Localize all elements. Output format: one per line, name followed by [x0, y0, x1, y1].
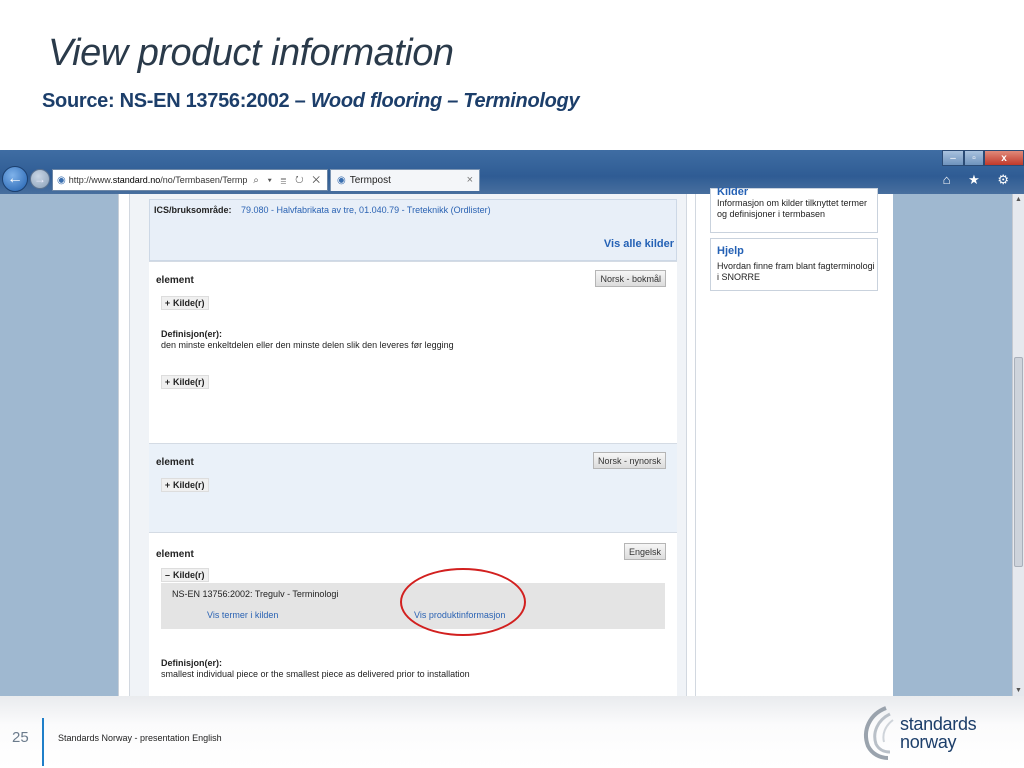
- subtitle-prefix: Source: NS-EN 13756:2002 –: [42, 90, 306, 112]
- back-arrow-icon[interactable]: ←: [2, 166, 28, 192]
- minimize-button[interactable]: –: [942, 150, 964, 166]
- source-toggle[interactable]: – Kilde(r): [161, 568, 209, 582]
- logo-word-norway: norway: [900, 732, 957, 752]
- source-toggle[interactable]: + Kilde(r): [161, 296, 209, 310]
- logo-swirl-icon: [864, 706, 894, 760]
- ics-box: ICS/bruksområde: 79.080 - Halvfabrikata …: [149, 199, 677, 261]
- sidebar-hjelp-box[interactable]: Hjelp Hvordan finne fram blant fagtermin…: [710, 238, 878, 291]
- page-viewport: ICS/bruksområde: 79.080 - Halvfabrikata …: [0, 186, 1012, 696]
- subtitle-italic: Wood flooring – Terminology: [310, 90, 580, 112]
- window-close-button[interactable]: x: [984, 150, 1024, 166]
- sidebar-kilder-box[interactable]: Kilder Informasjon om kilder tilknyttet …: [710, 186, 878, 233]
- web-page: ICS/bruksområde: 79.080 - Halvfabrikata …: [118, 186, 893, 696]
- term-name: element: [156, 457, 194, 468]
- sidebar-hjelp-heading[interactable]: Hjelp: [717, 245, 744, 257]
- sidebar-column: Kilder Informasjon om kilder tilknyttet …: [695, 186, 893, 696]
- maximize-button[interactable]: ▫: [964, 150, 984, 166]
- source-title: NS-EN 13756:2002: Tregulv - Terminologi: [172, 589, 339, 599]
- plus-icon: +: [164, 377, 171, 387]
- definition-text: den minste enkeltdelen eller den minste …: [161, 340, 454, 350]
- source-toggle[interactable]: + Kilde(r): [161, 478, 209, 492]
- browser-window: ← → ◉ http://www.standard.no/no/Termbase…: [0, 150, 1024, 696]
- home-favorites-settings-icons[interactable]: ⌂ ★ ⚙: [943, 172, 1016, 188]
- tab-title: Termpost: [349, 175, 391, 186]
- term-name: element: [156, 275, 194, 286]
- footer-divider: [42, 718, 44, 766]
- language-button-nynorsk[interactable]: Norsk - nynorsk: [592, 452, 666, 469]
- tab-termpost[interactable]: ◉ Termpost ×: [330, 169, 480, 191]
- standards-norway-logo: standards norway: [860, 704, 990, 760]
- main-column: ICS/bruksområde: 79.080 - Halvfabrikata …: [129, 194, 687, 696]
- language-button-english[interactable]: Engelsk: [623, 543, 666, 560]
- language-button-bokmal[interactable]: Norsk - bokmål: [595, 270, 666, 287]
- term-block-nynorsk: element Norsk - nynorsk + Kilde(r): [149, 443, 677, 532]
- definition-label: Definisjon(er):: [161, 329, 223, 339]
- vertical-scrollbar[interactable]: ▲ ▼: [1012, 194, 1024, 696]
- minus-icon: –: [164, 570, 170, 580]
- definition-text: smallest individual piece or the smalles…: [161, 669, 470, 679]
- scroll-up-icon[interactable]: ▲: [1015, 196, 1022, 203]
- source-toggle[interactable]: + Kilde(r): [161, 375, 209, 389]
- plus-icon: +: [164, 298, 171, 308]
- page-icon: ◉: [57, 174, 66, 186]
- ics-label: ICS/bruksområde:: [154, 205, 232, 215]
- window-controls: – ▫ x: [942, 150, 1024, 168]
- term-block-bokmal: element Norsk - bokmål + Kilde(r) Defini…: [149, 261, 677, 443]
- address-tools-icons[interactable]: ⌕ ▾ ≣ ↻ ✕: [253, 175, 323, 186]
- sidebar-kilder-heading[interactable]: Kilder: [717, 186, 748, 198]
- plus-icon: +: [164, 480, 171, 490]
- scrollbar-thumb[interactable]: [1014, 357, 1023, 567]
- address-bar[interactable]: ◉ http://www.standard.no/no/Termbasen/Te…: [52, 169, 328, 191]
- scroll-down-icon[interactable]: ▼: [1015, 687, 1022, 694]
- ics-value-link[interactable]: 79.080 - Halvfabrikata av tre, 01.040.79…: [241, 205, 491, 215]
- definition-label: Definisjon(er):: [161, 658, 223, 668]
- view-terms-in-source-link[interactable]: Vis termer i kilden: [207, 610, 278, 620]
- close-icon[interactable]: ×: [467, 174, 473, 186]
- slide-subtitle: Source: NS-EN 13756:2002 – Wood flooring…: [42, 90, 580, 113]
- footer-text: Standards Norway - presentation English: [58, 733, 222, 743]
- slide-number: 25: [12, 729, 29, 746]
- forward-arrow-icon[interactable]: →: [30, 169, 50, 189]
- slide-title: View product information: [48, 32, 454, 74]
- slide-footer: 25 Standards Norway - presentation Engli…: [0, 696, 1024, 768]
- page-icon: ◉: [337, 175, 346, 186]
- sidebar-kilder-text: Informasjon om kilder tilknyttet termer …: [717, 198, 868, 219]
- show-all-sources-link[interactable]: Vis alle kilder: [604, 238, 674, 250]
- highlight-circle: [400, 568, 526, 636]
- sidebar-hjelp-text: Hvordan finne fram blant fagterminologi …: [717, 261, 875, 282]
- term-name: element: [156, 549, 194, 560]
- address-url: http://www.standard.no/no/Termbasen/Term…: [68, 175, 248, 185]
